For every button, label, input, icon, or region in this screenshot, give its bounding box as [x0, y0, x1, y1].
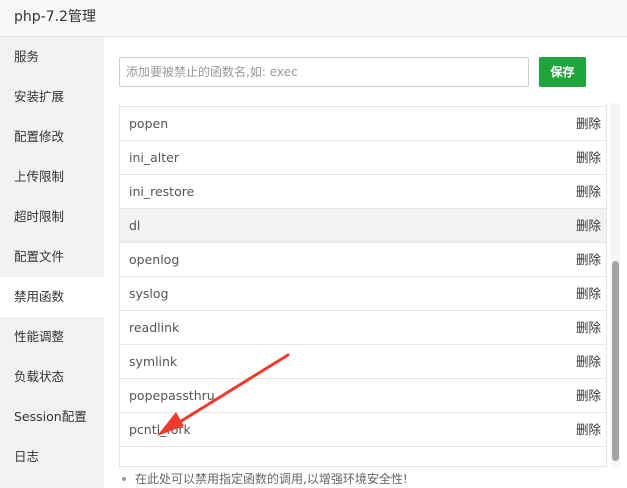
window-title: php-7.2管理	[0, 0, 627, 37]
sidebar-item-session-config[interactable]: Session配置	[0, 397, 104, 437]
function-name: readlink	[129, 320, 180, 335]
sidebar-item-install-extensions[interactable]: 安装扩展	[0, 77, 104, 117]
function-name: pcntl_fork	[129, 422, 191, 437]
delete-button[interactable]: 删除	[576, 209, 601, 243]
help-tip: 在此处可以禁用指定函数的调用,以增强环境安全性!	[119, 470, 408, 488]
function-name: ini_alter	[129, 150, 179, 165]
table-row: ini_restore 删除	[120, 175, 606, 209]
function-name-input[interactable]	[119, 57, 529, 87]
sidebar-item-service[interactable]: 服务	[0, 37, 104, 77]
help-tip-text: 在此处可以禁用指定函数的调用,以增强环境安全性!	[135, 472, 408, 486]
table-scrollbar[interactable]	[611, 103, 620, 467]
delete-button[interactable]: 删除	[576, 345, 601, 379]
sidebar-item-logs[interactable]: 日志	[0, 437, 104, 477]
delete-button[interactable]: 删除	[576, 311, 601, 345]
table-row: popen 删除	[120, 107, 606, 141]
function-name: symlink	[129, 354, 178, 369]
function-name: openlog	[129, 252, 180, 267]
function-name: popen	[129, 116, 169, 131]
disabled-functions-table: popen 删除 ini_alter 删除 ini_restore 删除 dl …	[119, 103, 620, 467]
save-button[interactable]: 保存	[539, 57, 586, 87]
sidebar-item-timeout-limit[interactable]: 超时限制	[0, 197, 104, 237]
sidebar-item-config-edit[interactable]: 配置修改	[0, 117, 104, 157]
table-row: readlink 删除	[120, 311, 606, 345]
delete-button[interactable]: 删除	[576, 141, 601, 175]
delete-button[interactable]: 删除	[576, 277, 601, 311]
sidebar-item-disabled-functions[interactable]: 禁用函数	[0, 277, 104, 317]
bullet-icon	[122, 476, 126, 481]
delete-button[interactable]: 删除	[576, 243, 601, 277]
table-row: popepassthru 删除	[120, 379, 606, 413]
delete-button[interactable]: 删除	[576, 413, 601, 447]
sidebar: 服务 安装扩展 配置修改 上传限制 超时限制 配置文件 禁用函数 性能调整 负载…	[0, 37, 104, 488]
table-frame: popen 删除 ini_alter 删除 ini_restore 删除 dl …	[119, 103, 607, 467]
sidebar-item-performance[interactable]: 性能调整	[0, 317, 104, 357]
table-row: ini_alter 删除	[120, 141, 606, 175]
table-row: dl 删除	[120, 209, 606, 243]
table-row: pcntl_fork 删除	[120, 413, 606, 447]
table-row: openlog 删除	[120, 243, 606, 277]
delete-button[interactable]: 删除	[576, 107, 601, 141]
function-name: ini_restore	[129, 184, 195, 199]
function-name: dl	[129, 218, 141, 233]
table-row: symlink 删除	[120, 345, 606, 379]
delete-button[interactable]: 删除	[576, 379, 601, 413]
scrollbar-thumb[interactable]	[612, 261, 619, 461]
table-row: syslog 删除	[120, 277, 606, 311]
function-name: popepassthru	[129, 388, 215, 403]
sidebar-item-load-status[interactable]: 负载状态	[0, 357, 104, 397]
sidebar-item-config-file[interactable]: 配置文件	[0, 237, 104, 277]
sidebar-item-upload-limit[interactable]: 上传限制	[0, 157, 104, 197]
function-name: syslog	[129, 286, 169, 301]
main-panel: 保存 popen 删除 ini_alter 删除 ini_restore 删除 …	[104, 37, 627, 488]
delete-button[interactable]: 删除	[576, 175, 601, 209]
